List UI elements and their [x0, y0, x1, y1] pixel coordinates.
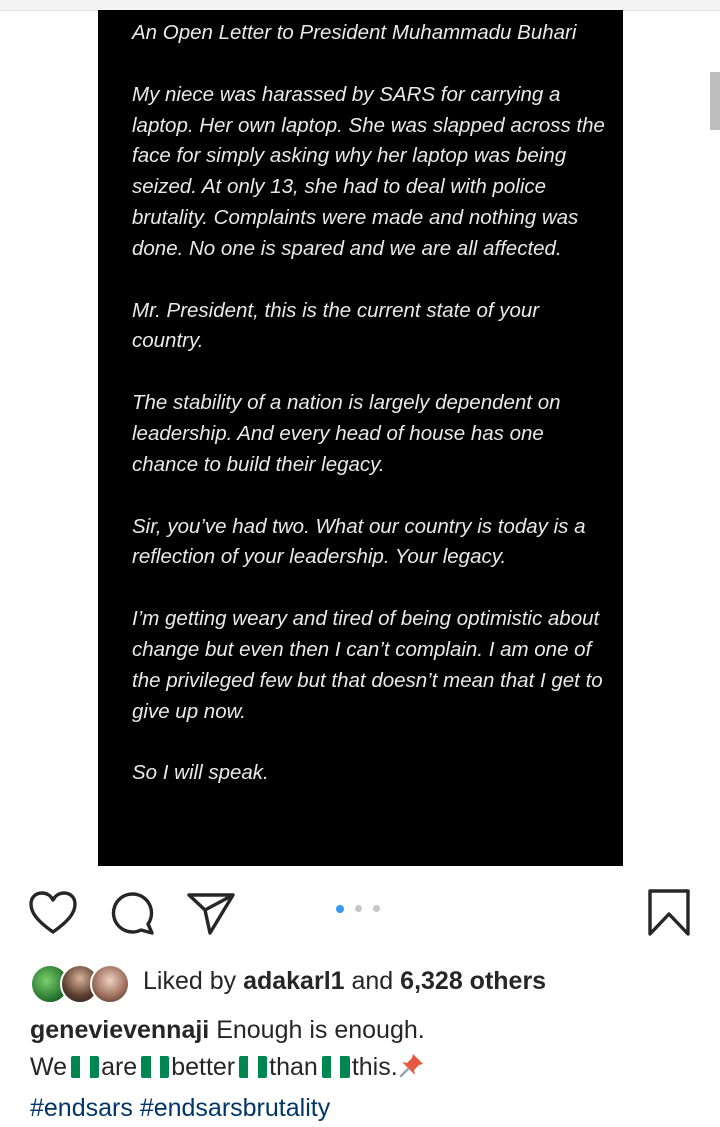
likes-connector: and [351, 967, 394, 995]
caption-word: are [101, 1053, 138, 1081]
pushpin-icon [398, 1051, 426, 1090]
caption-word: better [171, 1053, 236, 1081]
letter-paragraph: Sir, you’ve had two. What our country is… [132, 514, 586, 569]
likes-count[interactable]: 6,328 others [400, 967, 546, 995]
carousel-dot-active [336, 905, 344, 913]
likes-prefix: Liked by [143, 967, 237, 995]
caption-text: Enough is enough. [216, 1016, 425, 1044]
heart-outline-icon[interactable] [28, 890, 78, 936]
letter-paragraph: So I will speak. [132, 761, 269, 785]
letter-title: An Open Letter to President Muhammadu Bu… [132, 21, 577, 44]
speech-bubble-icon[interactable] [108, 890, 156, 936]
letter-paragraph: I’m getting weary and tired of being opt… [132, 607, 603, 723]
caption-word: than [269, 1053, 318, 1081]
carousel-dot [373, 905, 380, 912]
nigeria-flag-icon [321, 1056, 350, 1078]
letter-paragraph: Mr. President, this is the current state… [132, 298, 540, 353]
likes-row: Liked by adakarl1 and 6,328 others [30, 962, 710, 1004]
post-caption: genevievennaji Enough is enough. We are be… [30, 1012, 710, 1127]
letter-paragraph: My niece was harassed by SARS for carryi… [132, 82, 605, 260]
nigeria-flag-icon [239, 1056, 268, 1078]
caption-line-2: We are better than this. [30, 1049, 710, 1090]
page-scrollbar[interactable] [710, 72, 720, 130]
hashtag-link[interactable]: #endsarsbrutality [140, 1094, 330, 1122]
caption-word: this. [351, 1053, 398, 1081]
open-letter-text: An Open Letter to President Muhammadu Bu… [132, 18, 608, 820]
caption-word: We [30, 1053, 68, 1081]
letter-paragraph: The stability of a nation is largely dep… [132, 391, 561, 476]
liker-avatar[interactable] [90, 964, 130, 1004]
post-image[interactable]: An Open Letter to President Muhammadu Bu… [98, 10, 623, 866]
caption-hashtags: #endsars #endsarsbrutality [30, 1090, 710, 1127]
nigeria-flag-icon [71, 1056, 100, 1078]
paper-plane-icon[interactable] [186, 890, 236, 936]
caption-username[interactable]: genevievennaji [30, 1016, 209, 1044]
carousel-dot [355, 905, 362, 912]
caption-line-1: genevievennaji Enough is enough. [30, 1012, 710, 1049]
post-action-bar [0, 880, 720, 944]
bookmark-icon[interactable] [646, 888, 692, 938]
hashtag-link[interactable]: #endsars [30, 1094, 133, 1122]
likes-summary: Liked by adakarl1 and 6,328 others [143, 967, 546, 996]
liker-username[interactable]: adakarl1 [243, 967, 344, 995]
nigeria-flag-icon [141, 1056, 170, 1078]
